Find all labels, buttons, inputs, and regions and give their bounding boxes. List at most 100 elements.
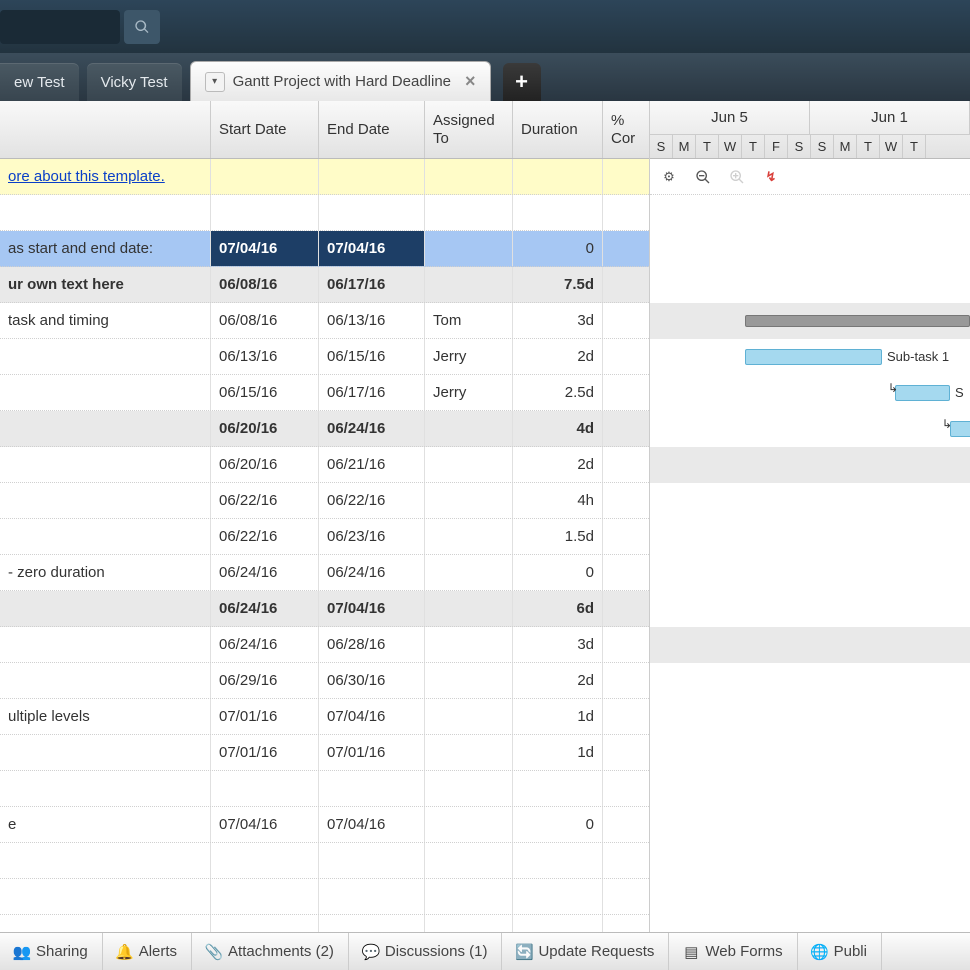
cell-start[interactable] bbox=[211, 159, 319, 194]
table-row[interactable]: 06/24/1606/28/163d bbox=[0, 627, 649, 663]
bottom-tab-share[interactable]: 👥Sharing bbox=[0, 933, 103, 970]
cell-task[interactable] bbox=[0, 375, 211, 410]
table-row[interactable] bbox=[0, 771, 649, 807]
cell-end[interactable]: 06/28/16 bbox=[319, 627, 425, 662]
bottom-tab-chat[interactable]: 💬Discussions (1) bbox=[349, 933, 503, 970]
gantt-week[interactable]: Jun 5 bbox=[650, 101, 810, 134]
cell-start[interactable]: 06/15/16 bbox=[211, 375, 319, 410]
bottom-tab-refresh[interactable]: 🔄Update Requests bbox=[502, 933, 669, 970]
cell-duration[interactable]: 2.5d bbox=[513, 375, 603, 410]
table-row[interactable]: - zero duration06/24/1606/24/160 bbox=[0, 555, 649, 591]
cell-assigned[interactable]: Jerry bbox=[425, 375, 513, 410]
cell-assigned[interactable] bbox=[425, 627, 513, 662]
cell-cor[interactable] bbox=[603, 483, 648, 518]
cell-end[interactable] bbox=[319, 195, 425, 230]
cell-cor[interactable] bbox=[603, 339, 648, 374]
cell-assigned[interactable]: Tom bbox=[425, 303, 513, 338]
cell-cor[interactable] bbox=[603, 699, 648, 734]
cell-start[interactable]: 06/24/16 bbox=[211, 627, 319, 662]
table-row[interactable]: e07/04/1607/04/160 bbox=[0, 807, 649, 843]
table-row[interactable]: 06/20/1606/21/162d bbox=[0, 447, 649, 483]
cell-cor[interactable] bbox=[603, 843, 648, 878]
gantt-bar[interactable]: S bbox=[895, 385, 950, 401]
table-row[interactable] bbox=[0, 843, 649, 879]
table-row[interactable]: 06/13/1606/15/16Jerry2d bbox=[0, 339, 649, 375]
gear-icon[interactable]: ⚙ bbox=[660, 168, 678, 186]
table-row[interactable]: 06/24/1607/04/166d bbox=[0, 591, 649, 627]
cell-start[interactable]: 07/01/16 bbox=[211, 699, 319, 734]
gantt-body[interactable]: Sub-task 1S↳↳ bbox=[650, 195, 970, 941]
col-header-start[interactable]: Start Date bbox=[211, 101, 319, 158]
cell-assigned[interactable] bbox=[425, 735, 513, 770]
zoom-in-icon[interactable] bbox=[728, 168, 746, 186]
cell-duration[interactable]: 7.5d bbox=[513, 267, 603, 302]
cell-end[interactable]: 07/04/16 bbox=[319, 807, 425, 842]
cell-duration[interactable] bbox=[513, 879, 603, 914]
table-row[interactable]: as start and end date:07/04/1607/04/160 bbox=[0, 231, 649, 267]
cell-end[interactable] bbox=[319, 771, 425, 806]
cell-end[interactable]: 06/15/16 bbox=[319, 339, 425, 374]
cell-start[interactable]: 06/22/16 bbox=[211, 519, 319, 554]
cell-task[interactable] bbox=[0, 519, 211, 554]
cell-task[interactable] bbox=[0, 195, 211, 230]
cell-task[interactable] bbox=[0, 627, 211, 662]
search-button[interactable] bbox=[124, 10, 160, 44]
cell-task[interactable]: ore about this template. bbox=[0, 159, 211, 194]
cell-task[interactable] bbox=[0, 411, 211, 446]
bottom-tab-clip[interactable]: 📎Attachments (2) bbox=[192, 933, 349, 970]
table-row[interactable]: 06/22/1606/22/164h bbox=[0, 483, 649, 519]
cell-end[interactable]: 06/24/16 bbox=[319, 411, 425, 446]
cell-start[interactable]: 06/22/16 bbox=[211, 483, 319, 518]
cell-end[interactable]: 06/17/16 bbox=[319, 375, 425, 410]
tab-menu-caret-icon[interactable]: ▾ bbox=[205, 72, 225, 92]
cell-cor[interactable] bbox=[603, 627, 648, 662]
cell-task[interactable]: as start and end date: bbox=[0, 231, 211, 266]
cell-start[interactable]: 06/24/16 bbox=[211, 591, 319, 626]
cell-start[interactable] bbox=[211, 843, 319, 878]
cell-task[interactable] bbox=[0, 339, 211, 374]
cell-assigned[interactable] bbox=[425, 663, 513, 698]
col-header-task[interactable] bbox=[0, 101, 211, 158]
bottom-tab-globe[interactable]: 🌐Publi bbox=[798, 933, 882, 970]
cell-assigned[interactable] bbox=[425, 483, 513, 518]
zoom-out-icon[interactable] bbox=[694, 168, 712, 186]
col-header-assigned[interactable]: AssignedTo bbox=[425, 101, 513, 158]
cell-duration[interactable]: 2d bbox=[513, 663, 603, 698]
cell-start[interactable]: 06/08/16 bbox=[211, 267, 319, 302]
cell-assigned[interactable] bbox=[425, 879, 513, 914]
cell-task[interactable] bbox=[0, 663, 211, 698]
cell-assigned[interactable] bbox=[425, 447, 513, 482]
cell-start[interactable]: 06/20/16 bbox=[211, 411, 319, 446]
cell-end[interactable] bbox=[319, 879, 425, 914]
gantt-bar[interactable]: Sub-task 1 bbox=[745, 349, 882, 365]
cell-end[interactable]: 06/23/16 bbox=[319, 519, 425, 554]
grid-body[interactable]: ore about this template. as start and en… bbox=[0, 159, 649, 941]
cell-assigned[interactable] bbox=[425, 195, 513, 230]
cell-cor[interactable] bbox=[603, 231, 648, 266]
table-row[interactable] bbox=[0, 195, 649, 231]
cell-duration[interactable] bbox=[513, 159, 603, 194]
bottom-tab-bell[interactable]: 🔔Alerts bbox=[103, 933, 192, 970]
cell-duration[interactable]: 2d bbox=[513, 447, 603, 482]
cell-duration[interactable]: 1d bbox=[513, 735, 603, 770]
cell-task[interactable]: - zero duration bbox=[0, 555, 211, 590]
cell-start[interactable]: 06/20/16 bbox=[211, 447, 319, 482]
table-row[interactable]: 06/29/1606/30/162d bbox=[0, 663, 649, 699]
cell-cor[interactable] bbox=[603, 447, 648, 482]
cell-start[interactable]: 06/13/16 bbox=[211, 339, 319, 374]
cell-duration[interactable] bbox=[513, 195, 603, 230]
cell-end[interactable]: 06/30/16 bbox=[319, 663, 425, 698]
cell-assigned[interactable] bbox=[425, 591, 513, 626]
cell-duration[interactable]: 6d bbox=[513, 591, 603, 626]
col-header-end[interactable]: End Date bbox=[319, 101, 425, 158]
cell-cor[interactable] bbox=[603, 519, 648, 554]
cell-task[interactable]: ultiple levels bbox=[0, 699, 211, 734]
bottom-tab-form[interactable]: ▤Web Forms bbox=[669, 933, 797, 970]
cell-start[interactable]: 06/08/16 bbox=[211, 303, 319, 338]
cell-duration[interactable]: 0 bbox=[513, 807, 603, 842]
cell-duration[interactable]: 0 bbox=[513, 555, 603, 590]
cell-task[interactable] bbox=[0, 879, 211, 914]
table-row[interactable]: task and timing06/08/1606/13/16Tom3d bbox=[0, 303, 649, 339]
cell-cor[interactable] bbox=[603, 159, 648, 194]
cell-duration[interactable]: 3d bbox=[513, 303, 603, 338]
